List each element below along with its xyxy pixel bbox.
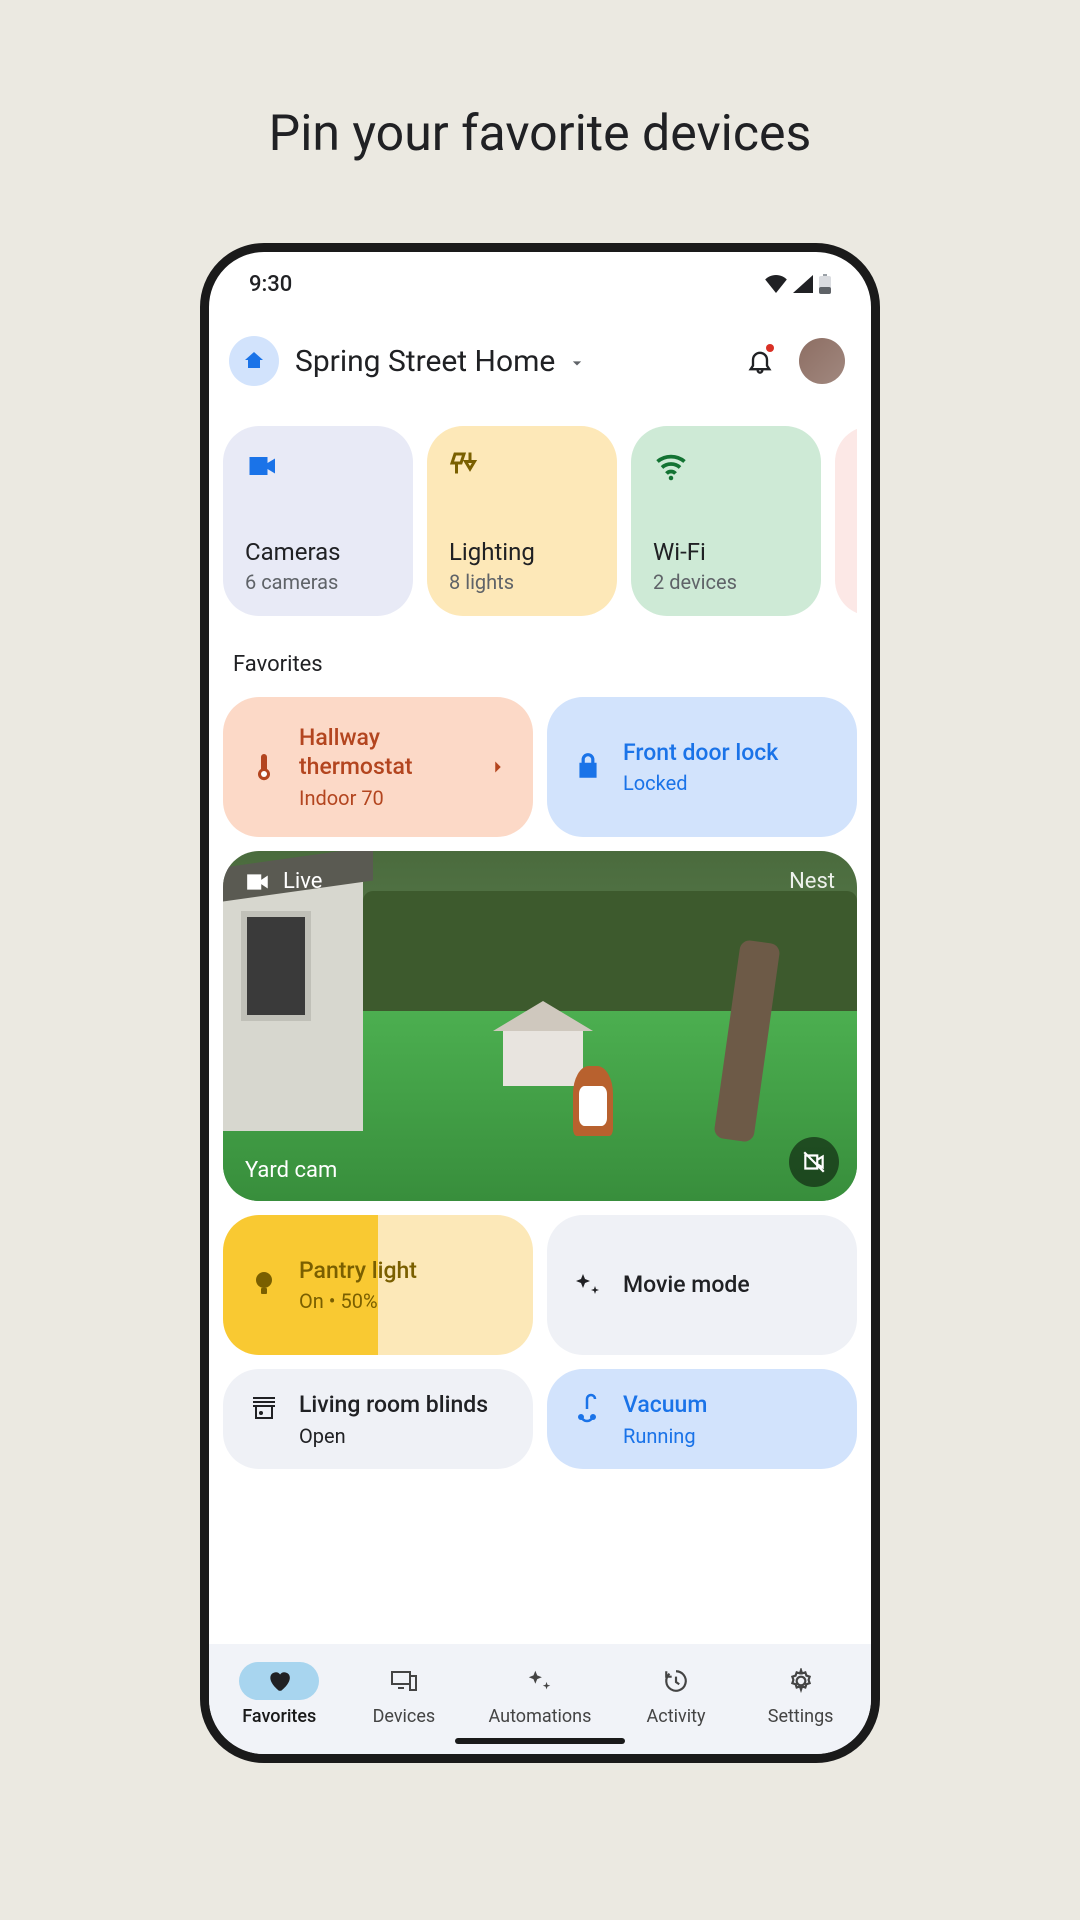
wifi-icon [765, 275, 787, 293]
category-title: Lighting [449, 538, 595, 566]
camera-brand: Nest [789, 869, 835, 894]
nav-devices[interactable]: Devices [364, 1662, 444, 1727]
category-sub: 2 devices [653, 570, 799, 594]
status-icons [765, 274, 831, 294]
camera-name: Yard cam [245, 1158, 337, 1183]
nav-label: Devices [373, 1706, 436, 1727]
favorite-title: Vacuum [623, 1391, 833, 1420]
camera-live-label: Live [283, 869, 322, 894]
category-title: Wi-Fi [653, 538, 799, 566]
nav-label: Automations [489, 1706, 592, 1727]
video-icon [245, 872, 271, 892]
favorites-row: Hallway thermostat Indoor 70 Front door … [223, 697, 857, 837]
favorite-camera[interactable]: Live Nest Yard cam [223, 851, 857, 1201]
main-content: Cameras 6 cameras Lighting 8 lights Wi-F… [209, 406, 871, 1644]
favorite-sub: Indoor 70 [299, 786, 469, 810]
wifi-icon [653, 448, 689, 484]
favorite-title: Pantry light [299, 1257, 509, 1286]
category-cameras[interactable]: Cameras 6 cameras [223, 426, 413, 616]
favorite-pantry-light[interactable]: Pantry light On • 50% [223, 1215, 533, 1355]
home-name: Spring Street Home [295, 344, 555, 379]
favorite-thermostat[interactable]: Hallway thermostat Indoor 70 [223, 697, 533, 837]
nav-label: Favorites [242, 1706, 316, 1727]
chevron-down-icon [567, 353, 587, 373]
favorite-sub: Locked [623, 771, 833, 795]
camera-feed-image [223, 851, 857, 1201]
home-icon [242, 349, 266, 373]
nav-label: Activity [647, 1706, 706, 1727]
devices-icon [389, 1668, 419, 1694]
category-sub: 6 cameras [245, 570, 391, 594]
favorite-sub: On • 50% [299, 1289, 509, 1313]
nav-label: Settings [768, 1706, 834, 1727]
battery-icon [819, 274, 831, 294]
heart-icon [266, 1668, 292, 1694]
home-indicator[interactable] [455, 1738, 625, 1744]
favorite-sub: Open [299, 1424, 509, 1448]
category-row: Cameras 6 cameras Lighting 8 lights Wi-F… [223, 406, 857, 616]
bulb-icon [247, 1268, 281, 1302]
category-more[interactable] [835, 426, 857, 616]
category-title: Cameras [245, 538, 391, 566]
camera-icon [245, 448, 281, 484]
favorite-movie-mode[interactable]: Movie mode [547, 1215, 857, 1355]
profile-avatar[interactable] [799, 338, 845, 384]
nav-activity[interactable]: Activity [636, 1662, 716, 1727]
favorite-title: Living room blinds [299, 1391, 509, 1420]
favorite-title: Hallway thermostat [299, 724, 469, 782]
favorites-label: Favorites [233, 652, 857, 677]
nav-favorites[interactable]: Favorites [239, 1662, 319, 1727]
favorite-title: Front door lock [623, 739, 833, 768]
favorite-blinds[interactable]: Living room blinds Open [223, 1369, 533, 1469]
favorite-sub: Running [623, 1424, 833, 1448]
thermostat-icon [247, 750, 281, 784]
favorite-title: Movie mode [623, 1271, 833, 1300]
home-selector[interactable]: Spring Street Home [295, 344, 587, 379]
favorite-vacuum[interactable]: Vacuum Running [547, 1369, 857, 1469]
camera-off-button[interactable] [789, 1137, 839, 1187]
category-sub: 8 lights [449, 570, 595, 594]
history-icon [663, 1668, 689, 1694]
camera-live-indicator: Live [245, 869, 322, 894]
nav-settings[interactable]: Settings [761, 1662, 841, 1727]
vacuum-icon [571, 1391, 605, 1425]
blinds-icon [247, 1391, 281, 1425]
phone-frame: 9:30 Spring Street Home Cameras [200, 243, 880, 1763]
app-header: Spring Street Home [209, 316, 871, 406]
signal-icon [793, 275, 813, 293]
lock-icon [571, 750, 605, 784]
favorites-row: Living room blinds Open Vacuum Running [223, 1369, 857, 1469]
status-bar: 9:30 [209, 252, 871, 316]
chevron-right-icon [487, 756, 509, 778]
favorite-lock[interactable]: Front door lock Locked [547, 697, 857, 837]
category-lighting[interactable]: Lighting 8 lights [427, 426, 617, 616]
sparkle-icon [526, 1667, 554, 1695]
favorites-row: Pantry light On • 50% Movie mode [223, 1215, 857, 1355]
notifications-button[interactable] [737, 338, 783, 384]
sparkle-icon [571, 1268, 605, 1302]
category-wifi[interactable]: Wi-Fi 2 devices [631, 426, 821, 616]
notification-dot [766, 344, 774, 352]
status-time: 9:30 [249, 272, 292, 297]
home-badge[interactable] [229, 336, 279, 386]
page-title: Pin your favorite devices [269, 105, 812, 163]
gear-icon [788, 1668, 814, 1694]
lamp-icon [449, 448, 485, 484]
nav-automations[interactable]: Automations [489, 1662, 592, 1727]
video-off-icon [801, 1149, 827, 1175]
